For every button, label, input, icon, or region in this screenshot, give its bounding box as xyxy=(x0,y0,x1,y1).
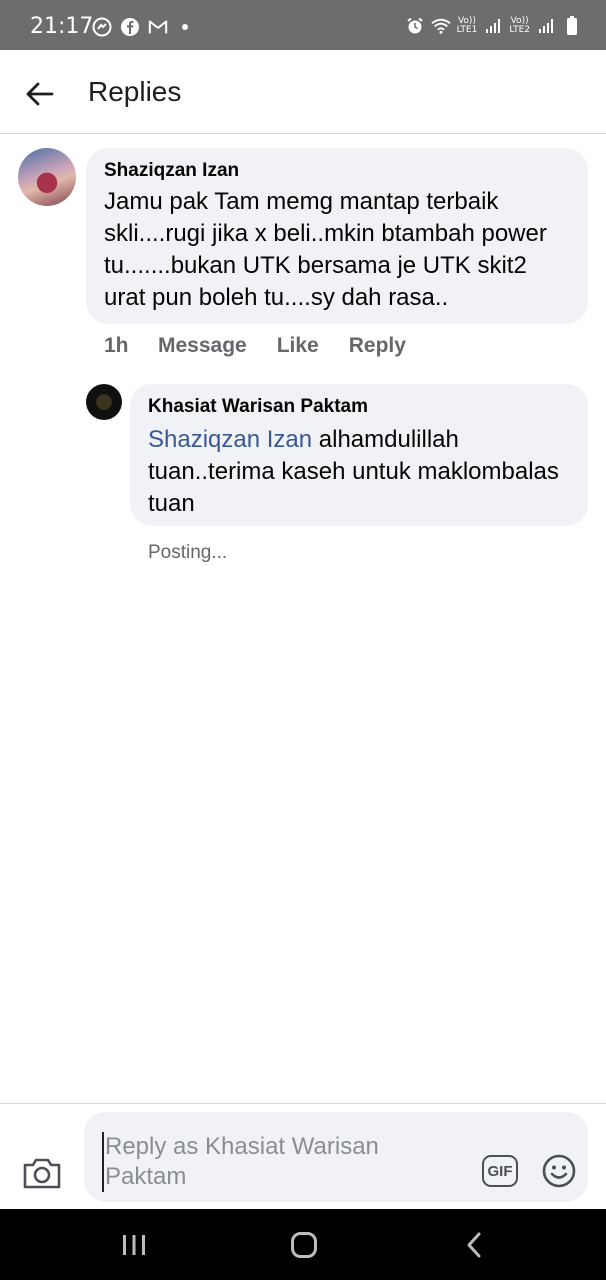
sim1-label: Vo)) LTE1 xyxy=(456,16,478,35)
mention-link[interactable]: Shaziqzan Izan xyxy=(148,426,312,453)
posting-status: Posting... xyxy=(148,542,228,563)
sim2-label: Vo)) LTE2 xyxy=(509,16,530,35)
status-bar: 21:17 Vo)) LTE1 Vo)) LTE2 xyxy=(0,0,606,50)
reply-text: Shaziqzan Izan alhamdulillah tuan..terim… xyxy=(148,424,570,520)
back-button[interactable] xyxy=(22,76,58,112)
reply-placeholder: Reply as Khasiat Warisan Paktam xyxy=(102,1132,442,1192)
reply-input[interactable]: Reply as Khasiat Warisan Paktam GIF xyxy=(84,1112,588,1202)
message-button[interactable]: Message xyxy=(158,334,247,358)
gmail-icon xyxy=(148,17,168,37)
reply-author[interactable]: Khasiat Warisan Paktam xyxy=(148,396,570,418)
messenger-icon xyxy=(92,17,112,37)
recent-apps-icon xyxy=(123,1235,145,1255)
home-icon xyxy=(291,1232,317,1258)
status-right-icons: Vo)) LTE1 Vo)) LTE2 xyxy=(405,16,582,36)
page-avatar[interactable] xyxy=(86,384,122,420)
wifi-icon xyxy=(430,16,451,36)
camera-button[interactable] xyxy=(22,1156,62,1192)
recent-apps-button[interactable] xyxy=(114,1229,154,1261)
reply-composer: Reply as Khasiat Warisan Paktam GIF xyxy=(0,1103,606,1209)
comment-actions: 1h Message Like Reply xyxy=(104,334,436,358)
chevron-left-icon xyxy=(467,1232,481,1258)
back-nav-button[interactable] xyxy=(454,1229,494,1261)
emoji-button[interactable] xyxy=(542,1154,576,1188)
camera-icon xyxy=(23,1158,61,1189)
home-button[interactable] xyxy=(284,1229,324,1261)
reply-bubble: Khasiat Warisan Paktam Shaziqzan Izan al… xyxy=(130,384,588,526)
reply-button[interactable]: Reply xyxy=(349,334,406,358)
signal-icon xyxy=(536,16,556,36)
status-left-icons xyxy=(92,17,188,37)
comment-author[interactable]: Shaziqzan Izan xyxy=(104,160,570,182)
like-button[interactable]: Like xyxy=(277,334,319,358)
back-arrow-icon xyxy=(26,82,54,106)
status-time: 21:17 xyxy=(30,14,94,39)
comment-time: 1h xyxy=(104,334,129,357)
comment-text: Jamu pak Tam memg mantap terbaik skli...… xyxy=(104,188,547,311)
battery-icon xyxy=(562,16,582,36)
signal-icon xyxy=(483,16,503,36)
notification-dot xyxy=(182,24,188,30)
replies-header: Replies xyxy=(0,50,606,134)
comment-bubble: Shaziqzan Izan Jamu pak Tam memg mantap … xyxy=(86,148,588,324)
gif-button[interactable]: GIF xyxy=(482,1155,518,1187)
smiley-icon xyxy=(542,1154,576,1188)
navigation-bar xyxy=(0,1209,606,1280)
avatar[interactable] xyxy=(18,148,76,206)
alarm-icon xyxy=(405,16,425,36)
page-title: Replies xyxy=(88,76,182,107)
facebook-icon xyxy=(120,17,140,37)
